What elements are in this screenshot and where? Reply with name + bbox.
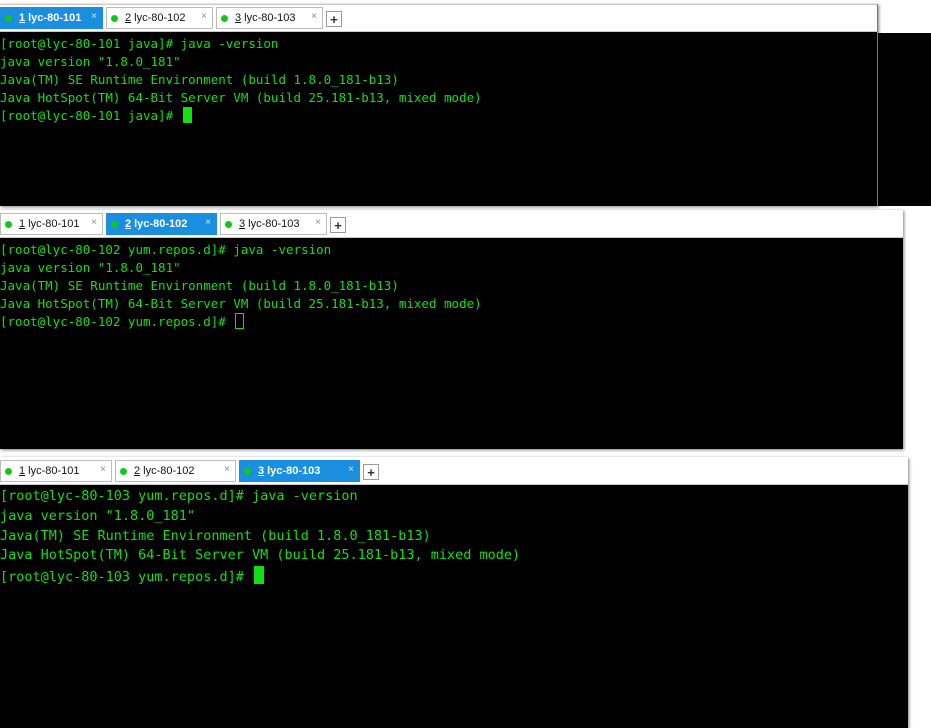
- close-icon[interactable]: ×: [224, 464, 230, 475]
- connected-status-icon: [225, 220, 232, 228]
- tab-lyc-80-103[interactable]: 3 lyc-80-103 ×: [216, 7, 323, 29]
- connected-status-icon: [244, 467, 251, 475]
- tab-bar: 1 lyc-80-101 × 2 lyc-80-102 × 3 lyc-80-1…: [0, 210, 903, 238]
- add-tab-button[interactable]: +: [363, 464, 379, 480]
- tab-label: lyc-80-101: [28, 218, 80, 230]
- tab-number: 3: [258, 465, 265, 477]
- close-icon[interactable]: ×: [205, 217, 211, 228]
- tab-label: lyc-80-102: [134, 12, 186, 24]
- shell-prompt: [root@lyc-80-103 yum.repos.d]#: [0, 569, 252, 586]
- tab-number: 3: [235, 12, 242, 24]
- close-icon[interactable]: ×: [201, 11, 207, 22]
- close-icon[interactable]: ×: [91, 217, 97, 228]
- terminal-line: Java(TM) SE Runtime Environment (build 1…: [0, 72, 399, 87]
- shell-prompt: [root@lyc-80-101 java]#: [0, 108, 181, 123]
- tab-label: lyc-80-101: [28, 12, 82, 24]
- prompt-line: [root@lyc-80-101 java]#: [0, 107, 877, 125]
- terminal-window-3[interactable]: 1 lyc-80-101 × 2 lyc-80-102 × 3 lyc-80-1…: [0, 457, 908, 728]
- tab-number: 1: [19, 12, 26, 24]
- text-cursor: [182, 107, 192, 123]
- terminal-line: Java(TM) SE Runtime Environment (build 1…: [0, 527, 431, 544]
- terminal-line: [root@lyc-80-102 yum.repos.d]# java -ver…: [0, 242, 332, 257]
- add-tab-button[interactable]: +: [326, 11, 342, 27]
- tab-lyc-80-101[interactable]: 1 lyc-80-101 ×: [0, 7, 103, 29]
- terminal-line: java version "1.8.0_181": [0, 54, 181, 69]
- connected-status-icon: [221, 14, 228, 22]
- connected-status-icon: [5, 467, 12, 475]
- connected-status-icon: [111, 220, 118, 228]
- tab-number: 3: [239, 218, 246, 230]
- tab-label: lyc-80-103: [244, 12, 296, 24]
- tab-bar: 1 lyc-80-101 × 2 lyc-80-102 × 3 lyc-80-1…: [0, 4, 877, 32]
- connected-status-icon: [120, 467, 127, 475]
- close-icon[interactable]: ×: [315, 217, 321, 228]
- terminal-line: java version "1.8.0_181": [0, 260, 181, 275]
- terminal-line: [root@lyc-80-101 java]# java -version: [0, 36, 279, 51]
- terminal-line: Java HotSpot(TM) 64-Bit Server VM (build…: [0, 296, 482, 311]
- terminal-output[interactable]: [root@lyc-80-103 yum.repos.d]# java -ver…: [0, 485, 908, 588]
- close-icon[interactable]: ×: [100, 464, 106, 475]
- connected-status-icon: [5, 14, 12, 22]
- tab-label: lyc-80-102: [134, 218, 188, 230]
- text-cursor: [253, 566, 264, 585]
- tab-number: 2: [125, 218, 132, 230]
- terminal-output[interactable]: [root@lyc-80-101 java]# java -version jav…: [0, 32, 877, 125]
- terminal-output[interactable]: [root@lyc-80-102 yum.repos.d]# java -ver…: [0, 238, 903, 331]
- close-icon[interactable]: ×: [348, 464, 354, 475]
- terminal-line: java version "1.8.0_181": [0, 507, 196, 524]
- close-icon[interactable]: ×: [311, 11, 317, 22]
- terminal-line: Java HotSpot(TM) 64-Bit Server VM (build…: [0, 90, 482, 105]
- close-icon[interactable]: ×: [91, 11, 97, 22]
- terminal-line: Java HotSpot(TM) 64-Bit Server VM (build…: [0, 547, 521, 564]
- tab-number: 1: [19, 465, 26, 477]
- tab-number: 1: [19, 218, 26, 230]
- terminal-window-2[interactable]: 1 lyc-80-101 × 2 lyc-80-102 × 3 lyc-80-1…: [0, 210, 903, 449]
- tab-lyc-80-101[interactable]: 1 lyc-80-101 ×: [0, 213, 103, 235]
- add-tab-button[interactable]: +: [330, 217, 346, 233]
- prompt-line: [root@lyc-80-102 yum.repos.d]#: [0, 313, 903, 331]
- shell-prompt: [root@lyc-80-102 yum.repos.d]#: [0, 314, 234, 329]
- tab-number: 2: [125, 12, 132, 24]
- tab-lyc-80-101[interactable]: 1 lyc-80-101 ×: [0, 460, 112, 482]
- text-cursor: [235, 313, 245, 329]
- tab-label: lyc-80-102: [143, 465, 195, 477]
- connected-status-icon: [111, 14, 118, 22]
- tab-number: 2: [134, 465, 141, 477]
- terminal-line: [root@lyc-80-103 yum.repos.d]# java -ver…: [0, 488, 358, 504]
- tab-lyc-80-103[interactable]: 3 lyc-80-103 ×: [239, 460, 360, 482]
- tab-label: lyc-80-103: [248, 218, 300, 230]
- tab-bar: 1 lyc-80-101 × 2 lyc-80-102 × 3 lyc-80-1…: [0, 457, 908, 485]
- tab-label: lyc-80-101: [28, 465, 80, 477]
- prompt-line: [root@lyc-80-103 yum.repos.d]#: [0, 566, 908, 588]
- terminal-line: Java(TM) SE Runtime Environment (build 1…: [0, 278, 399, 293]
- tab-lyc-80-103[interactable]: 3 lyc-80-103 ×: [220, 213, 327, 235]
- tab-lyc-80-102[interactable]: 2 lyc-80-102 ×: [115, 460, 236, 482]
- background-terminal-area: [877, 33, 931, 206]
- tab-lyc-80-102[interactable]: 2 lyc-80-102 ×: [106, 213, 217, 235]
- tab-label: lyc-80-103: [267, 465, 321, 477]
- tab-lyc-80-102[interactable]: 2 lyc-80-102 ×: [106, 7, 213, 29]
- connected-status-icon: [5, 220, 12, 228]
- terminal-window-1[interactable]: 1 lyc-80-101 × 2 lyc-80-102 × 3 lyc-80-1…: [0, 4, 878, 206]
